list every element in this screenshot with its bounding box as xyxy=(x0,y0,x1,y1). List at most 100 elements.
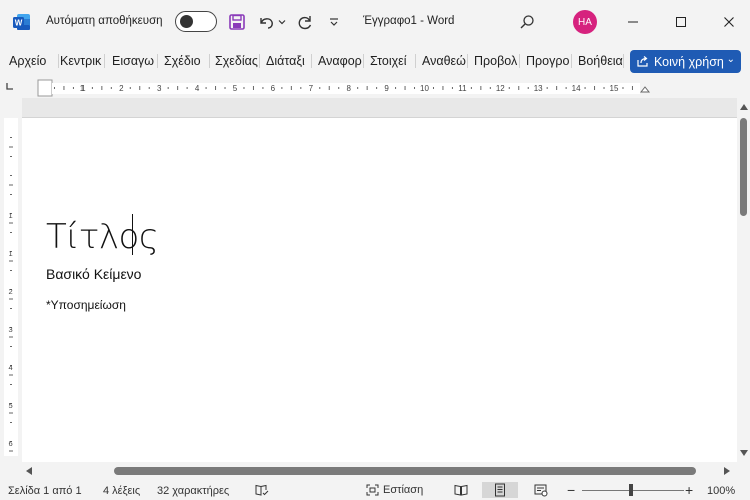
print-layout-icon xyxy=(495,483,505,497)
zoom-out-button[interactable]: − xyxy=(567,482,575,498)
ruler-label: 11 xyxy=(458,84,467,93)
vertical-ruler[interactable]: 11234567 xyxy=(0,98,22,462)
tab-file[interactable]: Αρχείο xyxy=(9,54,59,68)
autosave-label: Αυτόματη αποθήκευση xyxy=(46,15,163,27)
accessibility-button[interactable] xyxy=(250,482,274,498)
ruler-label: 1 xyxy=(81,84,86,93)
ruler-label: 9 xyxy=(384,84,389,93)
vertical-scroll-thumb[interactable] xyxy=(740,118,747,216)
ruler-label: 4 xyxy=(195,84,200,93)
ruler-label: 5 xyxy=(233,84,238,93)
document-title-text[interactable]: Τίτλος xyxy=(46,217,159,257)
web-layout-icon xyxy=(534,484,548,496)
ruler-label: 10 xyxy=(420,84,429,93)
zoom-slider[interactable] xyxy=(582,490,684,491)
vertical-scrollbar[interactable] xyxy=(737,98,750,462)
zoom-level[interactable]: 100% xyxy=(707,485,735,497)
status-bar: Σελίδα 1 από 1 4 λέξεις 32 χαρακτήρες Εσ… xyxy=(0,480,750,500)
tab-review[interactable]: Αναθεώ xyxy=(422,54,468,68)
ruler-label: 3 xyxy=(9,325,13,334)
read-mode-button[interactable] xyxy=(449,482,473,498)
undo-button[interactable] xyxy=(255,11,277,33)
zoom-slider-thumb[interactable] xyxy=(629,484,633,496)
ruler-label: 7 xyxy=(309,84,314,93)
share-label: Κοινή χρήση xyxy=(654,54,724,69)
tab-insert[interactable]: Εισαγω xyxy=(112,54,158,68)
undo-dropdown-button[interactable] xyxy=(276,11,288,33)
search-icon xyxy=(520,15,534,29)
word-count[interactable]: 4 λέξεις xyxy=(103,485,140,497)
ruler-label: 14 xyxy=(572,84,581,93)
focus-label: Εστίαση xyxy=(383,484,424,496)
tab-help[interactable]: Βοήθεια xyxy=(578,54,624,68)
search-button[interactable] xyxy=(516,11,538,33)
chevron-down-icon xyxy=(278,20,286,25)
save-button[interactable] xyxy=(226,11,248,33)
tab-view[interactable]: Προβολ xyxy=(474,54,520,68)
share-icon xyxy=(637,56,648,67)
close-button[interactable] xyxy=(714,8,744,36)
web-layout-button[interactable] xyxy=(529,482,553,498)
scroll-right-arrow-icon[interactable] xyxy=(724,467,730,475)
horizontal-ruler-scale: 11 2 3 4 5 6 7 8 9 10 11 12 13 14 15 xyxy=(6,79,651,97)
ruler-label: 13 xyxy=(534,84,543,93)
ruler-label: 2 xyxy=(9,287,13,296)
scroll-left-arrow-icon[interactable] xyxy=(26,467,32,475)
horizontal-ruler[interactable]: 1 1 2 3 4 5 6 7 8 9 10 11 12 13 14 15 xyxy=(0,78,750,98)
redo-button[interactable] xyxy=(294,11,316,33)
tab-mailings[interactable]: Στοιχεί xyxy=(370,54,416,68)
book-check-icon xyxy=(255,484,269,496)
title-bar: W Αυτόματη αποθήκευση Έγγραφο1 - Word HA xyxy=(0,0,750,44)
customize-qat-button[interactable] xyxy=(323,11,345,33)
tab-developer[interactable]: Προγρο xyxy=(526,54,572,68)
page-count[interactable]: Σελίδα 1 από 1 xyxy=(8,485,82,497)
ruler-label: 1 xyxy=(9,249,13,258)
toggle-knob xyxy=(180,15,193,28)
ruler-label: 6 xyxy=(9,439,13,448)
tab-draw[interactable]: Σχέδιο xyxy=(164,54,210,68)
share-button[interactable]: Κοινή χρήση ⌄ xyxy=(630,50,741,73)
tab-layout[interactable]: Διάταξι xyxy=(266,54,312,68)
focus-button[interactable]: Εστίαση xyxy=(366,482,428,498)
ruler-label: 1 xyxy=(9,211,13,220)
ruler-label: 5 xyxy=(9,401,13,410)
maximize-icon xyxy=(676,17,686,27)
ruler-label: 15 xyxy=(610,84,619,93)
document-canvas[interactable]: Τίτλος Βασικό Κείμενο *Υποσημείωση xyxy=(22,98,737,462)
read-mode-icon xyxy=(454,484,468,496)
svg-text:W: W xyxy=(15,19,23,28)
customize-icon xyxy=(330,18,338,26)
tab-references[interactable]: Αναφορ xyxy=(318,54,364,68)
close-icon xyxy=(724,17,734,27)
horizontal-scroll-thumb[interactable] xyxy=(114,467,696,475)
save-icon xyxy=(229,14,245,30)
vertical-ruler-scale: 11234567 xyxy=(9,137,13,452)
redo-icon xyxy=(298,16,312,30)
horizontal-scrollbar[interactable] xyxy=(22,462,750,480)
ruler-label: 12 xyxy=(496,84,505,93)
undo-icon xyxy=(260,18,273,29)
document-body-text[interactable]: Βασικό Κείμενο xyxy=(46,266,141,282)
autosave-toggle[interactable] xyxy=(175,11,217,32)
scroll-up-arrow-icon[interactable] xyxy=(740,104,748,110)
minimize-button[interactable] xyxy=(618,8,648,36)
ruler-label: 8 xyxy=(346,84,351,93)
ruler-label: 6 xyxy=(271,84,276,93)
word-logo-icon: W xyxy=(13,14,30,30)
ruler-label: 3 xyxy=(157,84,162,93)
scroll-down-arrow-icon[interactable] xyxy=(740,450,748,456)
minimize-icon xyxy=(628,21,638,23)
print-layout-button[interactable] xyxy=(482,482,518,498)
avatar[interactable]: HA xyxy=(573,10,597,34)
chevron-down-icon: ⌄ xyxy=(726,54,735,65)
tab-home[interactable]: Κεντρικ xyxy=(60,54,105,68)
document-title: Έγγραφο1 - Word xyxy=(363,15,455,27)
character-count[interactable]: 32 χαρακτήρες xyxy=(157,485,229,497)
document-page[interactable]: Τίτλος Βασικό Κείμενο *Υποσημείωση xyxy=(22,117,737,462)
zoom-in-button[interactable]: + xyxy=(685,482,693,498)
document-footnote-text[interactable]: *Υποσημείωση xyxy=(46,298,126,312)
ruler-label: 4 xyxy=(9,363,13,372)
tab-design[interactable]: Σχεδίας xyxy=(215,54,260,68)
maximize-button[interactable] xyxy=(666,8,696,36)
text-caret xyxy=(132,214,133,255)
